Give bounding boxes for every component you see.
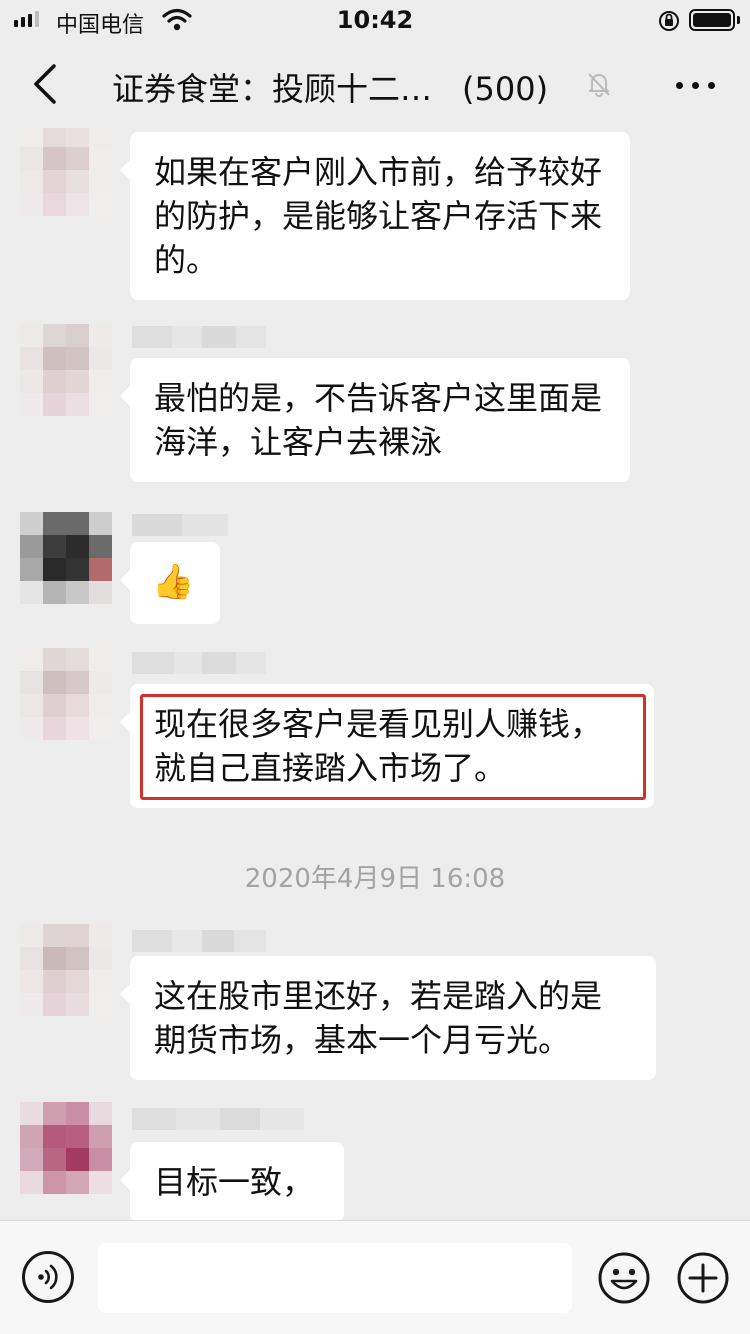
status-bar: 中国电信 10:42 [0, 0, 750, 40]
group-name: 证券食堂：投顾十二… [112, 70, 433, 108]
message-text: 这在股市里还好，若是踏入的是期货市场，基本一个月亏光。 [154, 977, 603, 1059]
message-text: 如果在客户刚入市前，给予较好的防护，是能够让客户存活下来的。 [154, 153, 603, 279]
message-text: 目标一致， [154, 1163, 315, 1201]
plus-circle-icon[interactable] [676, 1251, 730, 1305]
message-input[interactable] [98, 1243, 572, 1313]
message-bubble[interactable]: 目标一致， [120, 1142, 344, 1220]
member-count: (500) [462, 70, 549, 108]
message-bubble[interactable]: 最怕的是，不告诉客户这里面是海洋，让客户去裸泳 [120, 358, 630, 482]
input-bar [0, 1220, 750, 1334]
avatar[interactable] [20, 324, 112, 416]
avatar[interactable] [20, 924, 112, 1016]
avatar[interactable] [20, 512, 112, 604]
chat-title[interactable]: 证券食堂：投顾十二… (500) [112, 64, 548, 110]
orientation-lock-icon [659, 11, 679, 31]
avatar[interactable] [20, 1102, 112, 1194]
more-button[interactable] [672, 64, 720, 104]
voice-icon [38, 1264, 58, 1290]
sender-name[interactable] [132, 1108, 304, 1130]
message-bubble[interactable]: 👍 [120, 542, 220, 624]
back-button[interactable] [28, 62, 64, 106]
timestamp: 2020年4月9日 16:08 [244, 864, 506, 894]
message-bubble[interactable]: 这在股市里还好，若是踏入的是期货市场，基本一个月亏光。 [120, 956, 656, 1080]
more-dots-icon [676, 82, 683, 89]
voice-button[interactable] [22, 1251, 74, 1303]
sender-name[interactable] [132, 652, 266, 674]
message-list[interactable]: 如果在客户刚入市前，给予较好的防护，是能够让客户存活下来的。 最怕的是，不告诉客… [0, 128, 750, 1220]
battery-icon [689, 9, 735, 31]
smiley-icon[interactable] [597, 1251, 651, 1305]
chat-header: 证券食堂：投顾十二… (500) [0, 40, 750, 128]
message-bubble[interactable]: 如果在客户刚入市前，给予较好的防护，是能够让客户存活下来的。 [120, 132, 630, 300]
message-text: 最怕的是，不告诉客户这里面是海洋，让客户去裸泳 [154, 379, 603, 461]
bell-slash-icon [588, 73, 610, 97]
sender-name[interactable] [132, 514, 228, 536]
thumbs-up-icon: 👍 [152, 562, 195, 602]
avatar[interactable] [20, 128, 112, 216]
battery-tip [737, 16, 740, 24]
sender-name[interactable] [132, 326, 266, 348]
status-time: 10:42 [336, 6, 414, 34]
avatar[interactable] [20, 648, 112, 740]
message-text: 现在很多客户是看见别人赚钱，就自己直接踏入市场了。 [154, 705, 603, 787]
message-bubble[interactable]: 现在很多客户是看见别人赚钱，就自己直接踏入市场了。 [120, 684, 654, 808]
sender-name[interactable] [132, 930, 266, 952]
